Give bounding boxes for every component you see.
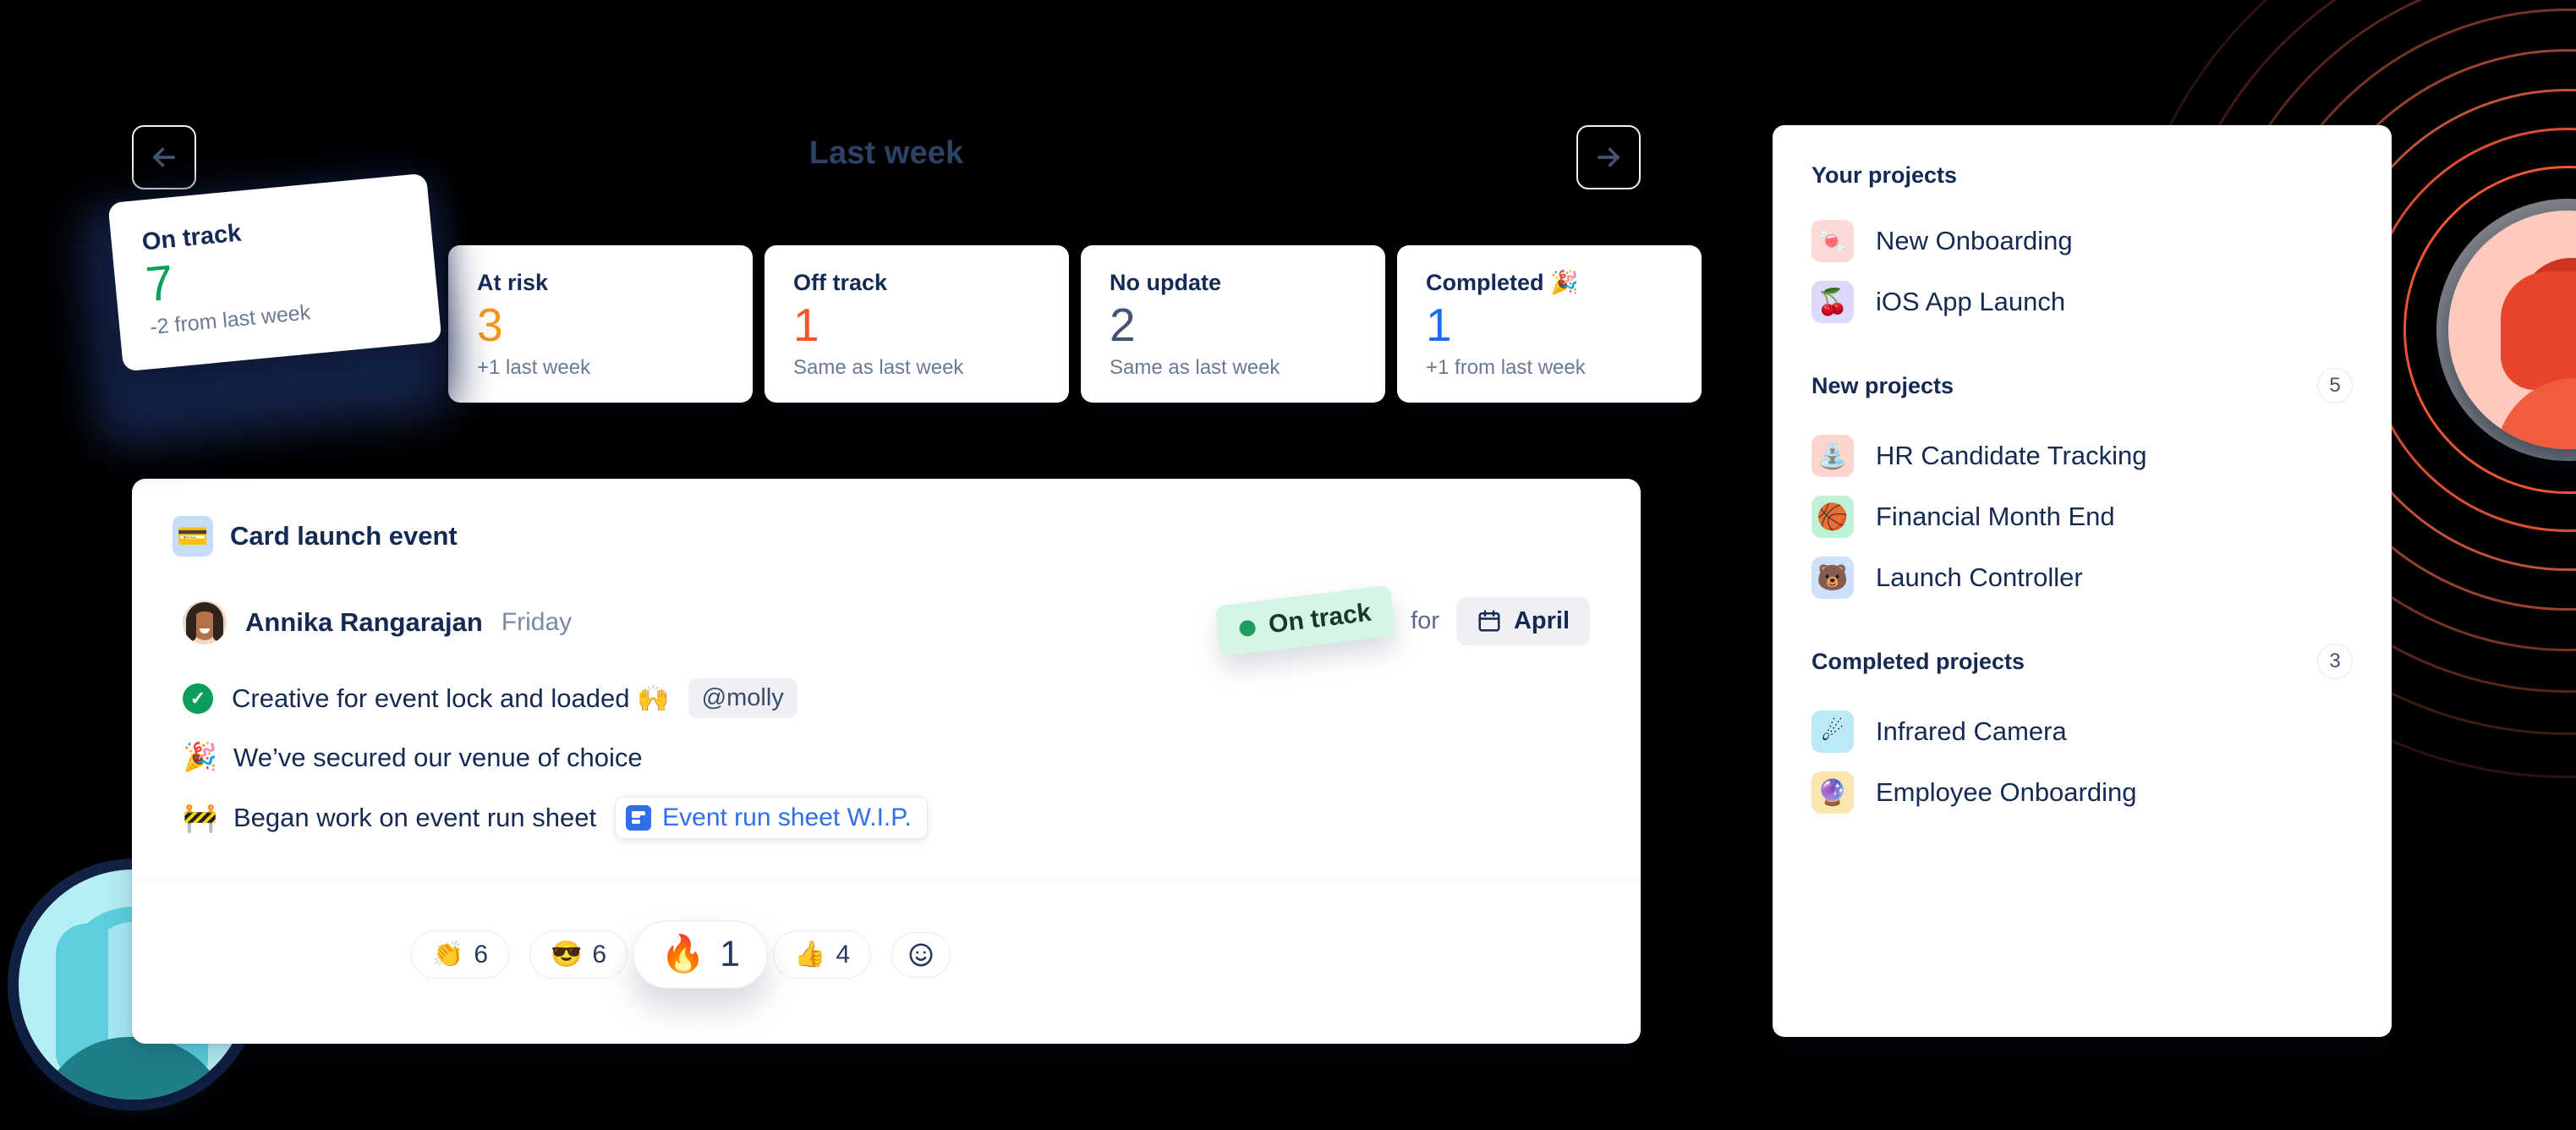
- sidebar-item-label: Launch Controller: [1876, 562, 2083, 592]
- section-title: New projects: [1811, 372, 1954, 398]
- sidebar-item-financial-month-end[interactable]: 🏀 Financial Month End: [1811, 486, 2353, 547]
- status-for-label: for: [1411, 606, 1439, 634]
- basketball-icon: 🏀: [1811, 496, 1854, 538]
- status-card-value: 2: [1110, 298, 1136, 351]
- bear-icon: 🐻: [1811, 557, 1854, 599]
- sidebar-item-label: New Onboarding: [1876, 226, 2073, 255]
- credit-card-icon: 💳: [173, 516, 213, 557]
- author-name: Annika Rangarajan: [245, 607, 483, 637]
- status-badge-label: On track: [1267, 598, 1373, 639]
- status-card-on-track[interactable]: On track 7 -2 from last week: [107, 173, 442, 372]
- reaction-sunglasses[interactable]: 😎 6: [529, 930, 628, 979]
- section-title: Completed projects: [1811, 648, 2025, 674]
- smiley-face-icon: [909, 942, 933, 967]
- thumbs-up-icon: 👍: [794, 941, 826, 968]
- check-circle-icon: ✓: [183, 683, 213, 714]
- section-header: Completed projects 3: [1811, 644, 2353, 679]
- sidebar-item-label: iOS App Launch: [1876, 287, 2066, 316]
- sidebar-item-new-onboarding[interactable]: 🍬 New Onboarding: [1811, 211, 2353, 272]
- week-title: Last week: [808, 135, 964, 171]
- reaction-count: 6: [474, 940, 489, 968]
- reaction-count: 1: [720, 934, 741, 974]
- status-area: On track for April: [1214, 584, 1590, 657]
- section-header: Your projects: [1811, 162, 2353, 189]
- clap-icon: 👏: [432, 941, 464, 968]
- status-card-delta: Same as last week: [793, 356, 964, 380]
- reaction-thumbsup[interactable]: 👍 4: [773, 930, 872, 979]
- status-card-label: Completed 🎉: [1426, 270, 1579, 295]
- avatar: [183, 601, 227, 645]
- status-card-label: No update: [1110, 270, 1221, 295]
- sidebar-item-label: Infrared Camera: [1876, 716, 2067, 746]
- reaction-count: 6: [592, 940, 607, 968]
- party-popper-icon: 🎉: [183, 741, 218, 772]
- construction-icon: 🚧: [183, 801, 218, 833]
- status-card-delta: +1 last week: [477, 356, 591, 380]
- projects-panel: Your projects 🍬 New Onboarding 🍒 iOS App…: [1773, 125, 2392, 1037]
- section-count-badge: 3: [2317, 644, 2353, 679]
- section-count-badge: 5: [2317, 368, 2353, 403]
- reaction-bar: 👏 6 😎 6 🔥 1 👍 4: [411, 920, 951, 989]
- status-card-completed[interactable]: Completed 🎉 1 +1 from last week: [1397, 245, 1702, 403]
- section-title: Your projects: [1811, 162, 1958, 188]
- sidebar-item-ios-app-launch[interactable]: 🍒 iOS App Launch: [1811, 272, 2353, 332]
- update-bullet-list: ✓ Creative for event lock and loaded 🙌 @…: [183, 678, 1641, 839]
- document-link-chip[interactable]: Event run sheet W.I.P.: [615, 797, 928, 839]
- sunglasses-icon: 😎: [551, 941, 583, 968]
- sidebar-item-launch-controller[interactable]: 🐻 Launch Controller: [1811, 547, 2353, 608]
- sidebar-item-infrared-camera[interactable]: ☄ Infrared Camera: [1811, 701, 2353, 762]
- card-body: Annika Rangarajan Friday On track for Ap…: [132, 557, 1641, 839]
- sidebar-item-label: Employee Onboarding: [1876, 777, 2137, 807]
- sidebar-item-hr-candidate-tracking[interactable]: ⛲ HR Candidate Tracking: [1811, 425, 2353, 486]
- decor-ring-avatar: [2448, 211, 2576, 449]
- section-your-projects: Your projects 🍬 New Onboarding 🍒 iOS App…: [1811, 162, 2353, 332]
- section-new-projects: New projects 5 ⛲ HR Candidate Tracking 🏀…: [1811, 368, 2353, 608]
- month-selector[interactable]: April: [1455, 596, 1590, 645]
- reaction-fire[interactable]: 🔥 1: [633, 920, 768, 989]
- month-label: April: [1513, 606, 1570, 634]
- add-reaction-button[interactable]: [891, 931, 951, 978]
- card-title: Card launch event: [230, 521, 458, 551]
- status-dot-icon: [1238, 618, 1257, 637]
- project-update-card: 💳 Card launch event Annika Rangarajan Fr…: [132, 479, 1641, 1044]
- fire-icon: 🔥: [660, 935, 706, 974]
- update-date: Friday: [501, 608, 573, 636]
- list-item: 🎉 We’ve secured our venue of choice: [183, 741, 1641, 774]
- status-card-delta: +1 from last week: [1426, 356, 1586, 380]
- status-card-no-update[interactable]: No update 2 Same as last week: [1081, 245, 1385, 403]
- status-card-off-track[interactable]: Off track 1 Same as last week: [765, 245, 1069, 403]
- card-header: 💳 Card launch event: [132, 479, 1641, 557]
- sidebar-item-label: HR Candidate Tracking: [1876, 441, 2147, 470]
- status-card-value: 1: [1426, 298, 1452, 351]
- sidebar-item-employee-onboarding[interactable]: 🔮 Employee Onboarding: [1811, 762, 2353, 823]
- status-card-label: Off track: [793, 270, 888, 295]
- section-header: New projects 5: [1811, 368, 2353, 403]
- cherries-icon: 🍒: [1811, 281, 1854, 323]
- reaction-clap[interactable]: 👏 6: [411, 930, 510, 979]
- list-item: ✓ Creative for event lock and loaded 🙌 @…: [183, 678, 1641, 718]
- calendar-icon: [1478, 610, 1500, 632]
- fountain-icon: ⛲: [1811, 435, 1854, 477]
- status-card-label: At risk: [477, 270, 549, 295]
- document-link-label: Event run sheet W.I.P.: [662, 804, 912, 831]
- document-icon: [626, 805, 652, 831]
- status-card-delta: Same as last week: [1110, 356, 1280, 380]
- reaction-count: 4: [836, 940, 851, 968]
- crystal-ball-icon: 🔮: [1811, 771, 1854, 814]
- status-card-at-risk[interactable]: At risk 3 +1 last week: [448, 245, 753, 403]
- bullet-text: Creative for event lock and loaded 🙌: [232, 683, 670, 713]
- comet-icon: ☄: [1811, 710, 1854, 753]
- mention-chip[interactable]: @molly: [688, 678, 797, 718]
- status-card-value: 1: [793, 298, 819, 351]
- app-canvas: Last week At risk 3 +1 last week Off tra…: [0, 0, 2576, 1130]
- candy-icon: 🍬: [1811, 220, 1854, 262]
- status-card-value: 3: [477, 298, 503, 351]
- sidebar-item-label: Financial Month End: [1876, 502, 2115, 531]
- status-badge[interactable]: On track: [1214, 584, 1396, 657]
- section-completed-projects: Completed projects 3 ☄ Infrared Camera 🔮…: [1811, 644, 2353, 823]
- bullet-text: Began work on event run sheet: [233, 803, 597, 832]
- bullet-text: We’ve secured our venue of choice: [233, 742, 643, 772]
- list-item: 🚧 Began work on event run sheet Event ru…: [183, 797, 1641, 839]
